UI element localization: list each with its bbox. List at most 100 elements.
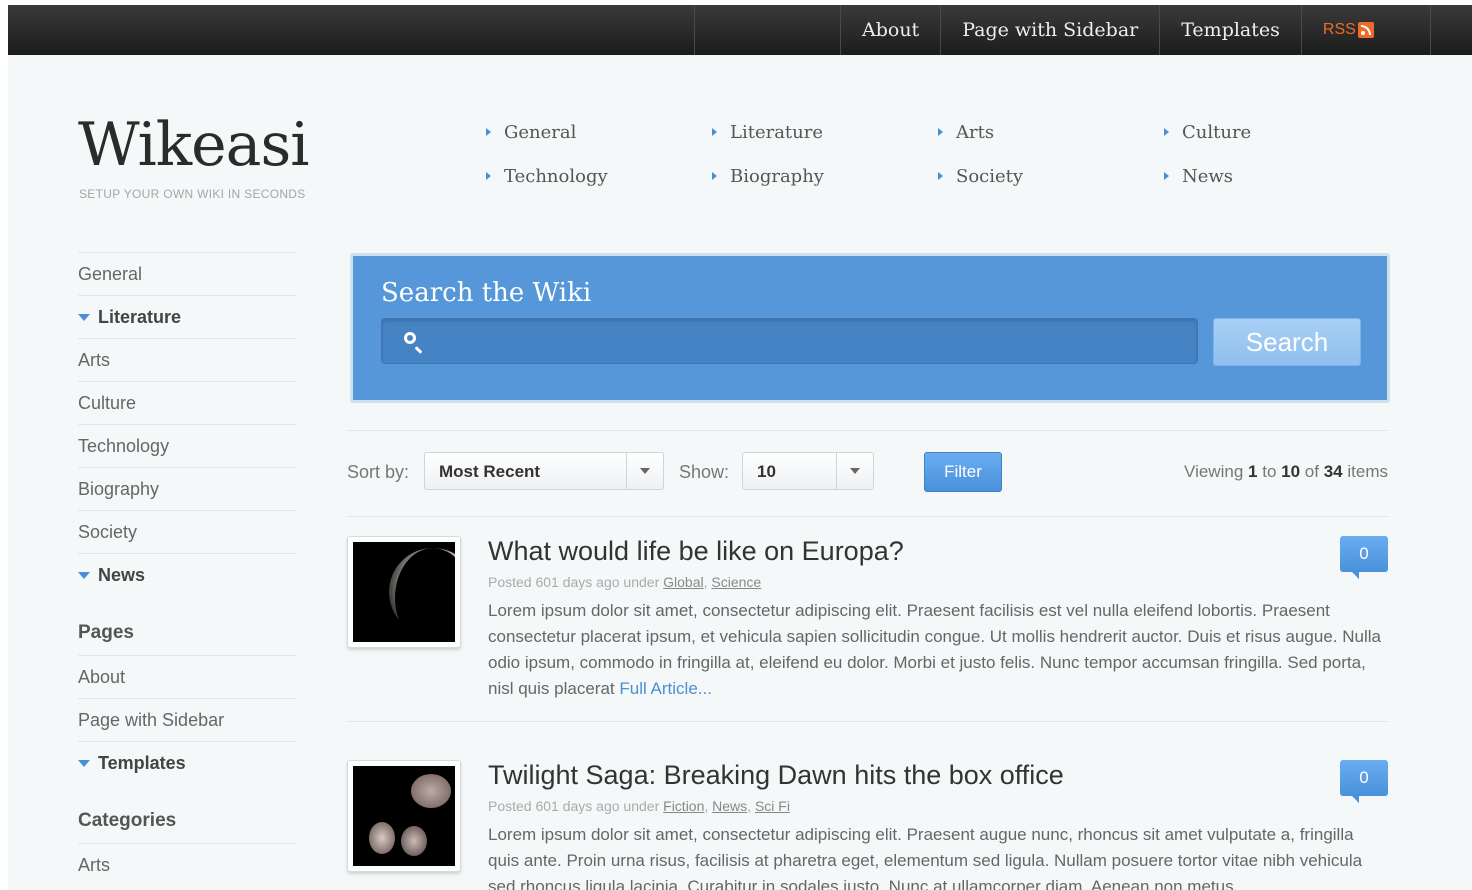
chevron-down-icon <box>850 468 860 474</box>
sidebar-item-general[interactable]: General <box>78 252 296 295</box>
search-icon <box>404 332 416 344</box>
article-title[interactable]: What would life be like on Europa? <box>488 536 904 567</box>
bullet-arrow-icon <box>938 172 943 180</box>
category-link-news[interactable]: News <box>1164 165 1386 187</box>
top-nav-about[interactable]: About <box>840 5 940 55</box>
category-nav: General Literature Arts Culture Technolo… <box>486 121 1386 187</box>
sort-label: Sort by: <box>347 462 410 482</box>
chevron-down-icon <box>640 468 650 474</box>
sidebar-item-label: Society <box>78 521 138 542</box>
sidebar-item-label: Biography <box>78 478 160 499</box>
search-button[interactable]: Search <box>1213 318 1361 366</box>
sort-dropdown-toggle[interactable] <box>626 453 663 489</box>
viewing-from: 1 <box>1248 462 1258 481</box>
show-dropdown-toggle[interactable] <box>836 453 873 489</box>
article-tag[interactable]: Science <box>711 574 761 590</box>
category-label: Biography <box>730 165 824 187</box>
bullet-arrow-icon <box>938 128 943 136</box>
sidebar-item-society[interactable]: Society <box>78 510 296 553</box>
category-label: Culture <box>1182 121 1252 143</box>
viewing-suffix: items <box>1347 462 1388 481</box>
moon-shadow <box>395 548 455 642</box>
sidebar-item-biography[interactable]: Biography <box>78 467 296 510</box>
poster-face <box>369 822 395 854</box>
sidebar-item-label: Literature <box>98 306 182 327</box>
article-divider <box>347 721 1388 722</box>
movie-poster-image <box>353 766 455 866</box>
article-tag[interactable]: News <box>712 798 747 814</box>
sidebar-item-label: Technology <box>78 435 170 456</box>
sidebar-item-literature[interactable]: Literature <box>78 295 296 338</box>
comment-count-badge[interactable]: 0 <box>1340 536 1388 579</box>
expand-arrow-icon <box>78 759 90 767</box>
viewing-of-word: of <box>1304 462 1319 481</box>
sidebar-heading-categories: Categories <box>78 810 177 831</box>
sidebar-page-templates[interactable]: Templates <box>78 741 296 784</box>
top-nav-page-with-sidebar[interactable]: Page with Sidebar <box>940 5 1159 55</box>
show-select[interactable]: 10 <box>742 452 874 490</box>
moon-shape <box>389 548 455 642</box>
sidebar-item-label: Culture <box>78 392 137 413</box>
viewing-total: 34 <box>1323 462 1343 481</box>
article-item: What would life be like on Europa? Poste… <box>347 536 1388 726</box>
category-link-literature[interactable]: Literature <box>712 121 938 143</box>
sidebar-item-label: General <box>78 263 143 284</box>
rss-icon <box>1357 22 1374 38</box>
sidebar-item-technology[interactable]: Technology <box>78 424 296 467</box>
sidebar-item-news[interactable]: News <box>78 553 296 596</box>
filter-button[interactable]: Filter <box>924 452 1002 492</box>
full-article-link[interactable]: Full Article... <box>619 679 712 698</box>
top-bar-divider <box>694 5 695 55</box>
article-tag[interactable]: Global <box>663 574 703 590</box>
article-title[interactable]: Twilight Saga: Breaking Dawn hits the bo… <box>488 760 1064 791</box>
sidebar-page-page-with-sidebar[interactable]: Page with Sidebar <box>78 698 296 741</box>
sidebar-item-label: Arts <box>78 349 111 370</box>
sidebar-item-arts[interactable]: Arts <box>78 338 296 381</box>
bullet-arrow-icon <box>712 172 717 180</box>
poster-face <box>401 826 427 856</box>
article-thumbnail[interactable] <box>347 536 461 648</box>
sidebar-heading-pages: Pages <box>78 622 134 643</box>
article-tag[interactable]: Fiction <box>663 798 704 814</box>
sidebar-item-label: Templates <box>98 752 186 773</box>
category-link-technology[interactable]: Technology <box>486 165 712 187</box>
sort-select[interactable]: Most Recent <box>424 452 664 490</box>
top-nav-templates[interactable]: Templates <box>1159 5 1301 55</box>
site-logo[interactable]: Wikeasi <box>78 115 309 175</box>
viewing-to-word: to <box>1262 462 1277 481</box>
category-label: Arts <box>956 121 995 143</box>
poster-face <box>411 774 451 808</box>
page: About Page with Sidebar Templates RSS Wi… <box>8 5 1472 890</box>
category-label: General <box>504 121 577 143</box>
rss-label: RSS <box>1322 21 1356 38</box>
category-link-general[interactable]: General <box>486 121 712 143</box>
moon-image <box>353 542 455 642</box>
expand-arrow-icon <box>78 571 90 579</box>
search-input[interactable] <box>381 318 1198 364</box>
search-title: Search the Wiki <box>381 278 592 308</box>
article-thumbnail[interactable] <box>347 760 461 872</box>
sidebar-item-label: Arts <box>78 854 111 875</box>
site-tagline: SETUP YOUR OWN WIKI IN SECONDS <box>79 187 306 201</box>
article-excerpt: Lorem ipsum dolor sit amet, consectetur … <box>488 822 1388 890</box>
comment-count-badge[interactable]: 0 <box>1340 760 1388 803</box>
viewing-to: 10 <box>1281 462 1301 481</box>
sort-value: Most Recent <box>439 462 541 481</box>
top-bar: About Page with Sidebar Templates RSS <box>8 5 1472 55</box>
category-link-arts[interactable]: Arts <box>938 121 1164 143</box>
sidebar-item-culture[interactable]: Culture <box>78 381 296 424</box>
rss-link[interactable]: RSS <box>1300 5 1431 55</box>
article-tag[interactable]: Sci Fi <box>755 798 790 814</box>
bullet-arrow-icon <box>1164 172 1169 180</box>
bullet-arrow-icon <box>1164 128 1169 136</box>
sidebar-category-arts[interactable]: Arts <box>78 843 296 886</box>
category-label: Technology <box>504 165 608 187</box>
article-excerpt: Lorem ipsum dolor sit amet, consectetur … <box>488 598 1388 702</box>
category-link-society[interactable]: Society <box>938 165 1164 187</box>
top-nav: About Page with Sidebar Templates RSS <box>840 5 1431 55</box>
category-link-culture[interactable]: Culture <box>1164 121 1386 143</box>
search-panel: Search the Wiki Search <box>350 253 1390 403</box>
article-body: Lorem ipsum dolor sit amet, consectetur … <box>488 825 1363 890</box>
category-link-biography[interactable]: Biography <box>712 165 938 187</box>
sidebar-page-about[interactable]: About <box>78 655 296 698</box>
